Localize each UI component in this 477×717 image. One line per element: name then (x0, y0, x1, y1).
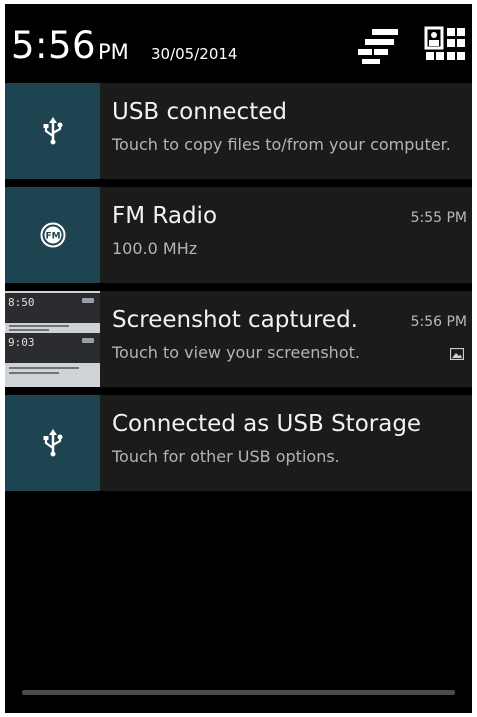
thumbnail-line (9, 367, 79, 369)
notification-icon-box: FM (5, 187, 100, 283)
notification-shade: 5:56 PM 30/05/2014 USB connected Touch t… (5, 4, 472, 713)
notification-fm-radio[interactable]: FM FM Radio 5:55 PM 100.0 MHz (5, 187, 472, 283)
image-icon (450, 348, 464, 360)
notification-subtitle: 100.0 MHz (112, 239, 198, 258)
screenshot-thumbnail: 8:50 9:03 (5, 291, 100, 387)
notification-title: USB connected (112, 99, 287, 125)
clock-date: 30/05/2014 (151, 45, 238, 63)
notification-time: 5:56 PM (410, 314, 467, 330)
usb-icon (43, 429, 62, 457)
notification-icon-box (5, 395, 100, 491)
thumbnail-line (9, 372, 59, 374)
settings-button[interactable] (356, 26, 400, 66)
usb-icon (43, 117, 62, 145)
thumbnail-line (9, 325, 69, 327)
notification-usb-connected[interactable]: USB connected Touch to copy files to/fro… (5, 83, 472, 179)
notification-usb-storage[interactable]: Connected as USB Storage Touch for other… (5, 395, 472, 491)
clock-ampm: PM (98, 40, 129, 64)
shade-drag-handle[interactable] (22, 690, 455, 695)
notification-icon-box (5, 83, 100, 179)
notification-screenshot-captured[interactable]: 8:50 9:03 Screenshot captured. 5:56 PM T… (5, 291, 472, 387)
notification-subtitle: Touch for other USB options. (112, 447, 340, 466)
svg-text:FM: FM (45, 232, 60, 242)
thumbnail-status-row: 9:03 (5, 333, 100, 363)
thumbnail-status-row: 8:50 (5, 293, 100, 323)
quick-settings-button[interactable] (423, 26, 467, 66)
notification-subtitle: Touch to view your screenshot. (112, 343, 360, 362)
shade-header: 5:56 PM 30/05/2014 (5, 4, 472, 80)
notification-title: Screenshot captured. (112, 307, 358, 333)
settings-sliders-icon (358, 29, 398, 64)
fm-radio-icon: FM (40, 222, 65, 248)
thumbnail-clock: 9:03 (8, 336, 35, 349)
thumbnail-indicator (82, 298, 94, 303)
thumbnail-clock: 8:50 (8, 296, 35, 309)
notification-time: 5:55 PM (410, 210, 467, 226)
thumbnail-indicator (82, 338, 94, 343)
quick-settings-icon (424, 26, 465, 60)
clock-time: 5:56 (11, 24, 97, 67)
thumbnail-line (9, 329, 49, 331)
notification-title: FM Radio (112, 203, 218, 229)
notification-title: Connected as USB Storage (112, 411, 422, 437)
notification-subtitle: Touch to copy files to/from your compute… (112, 135, 451, 154)
